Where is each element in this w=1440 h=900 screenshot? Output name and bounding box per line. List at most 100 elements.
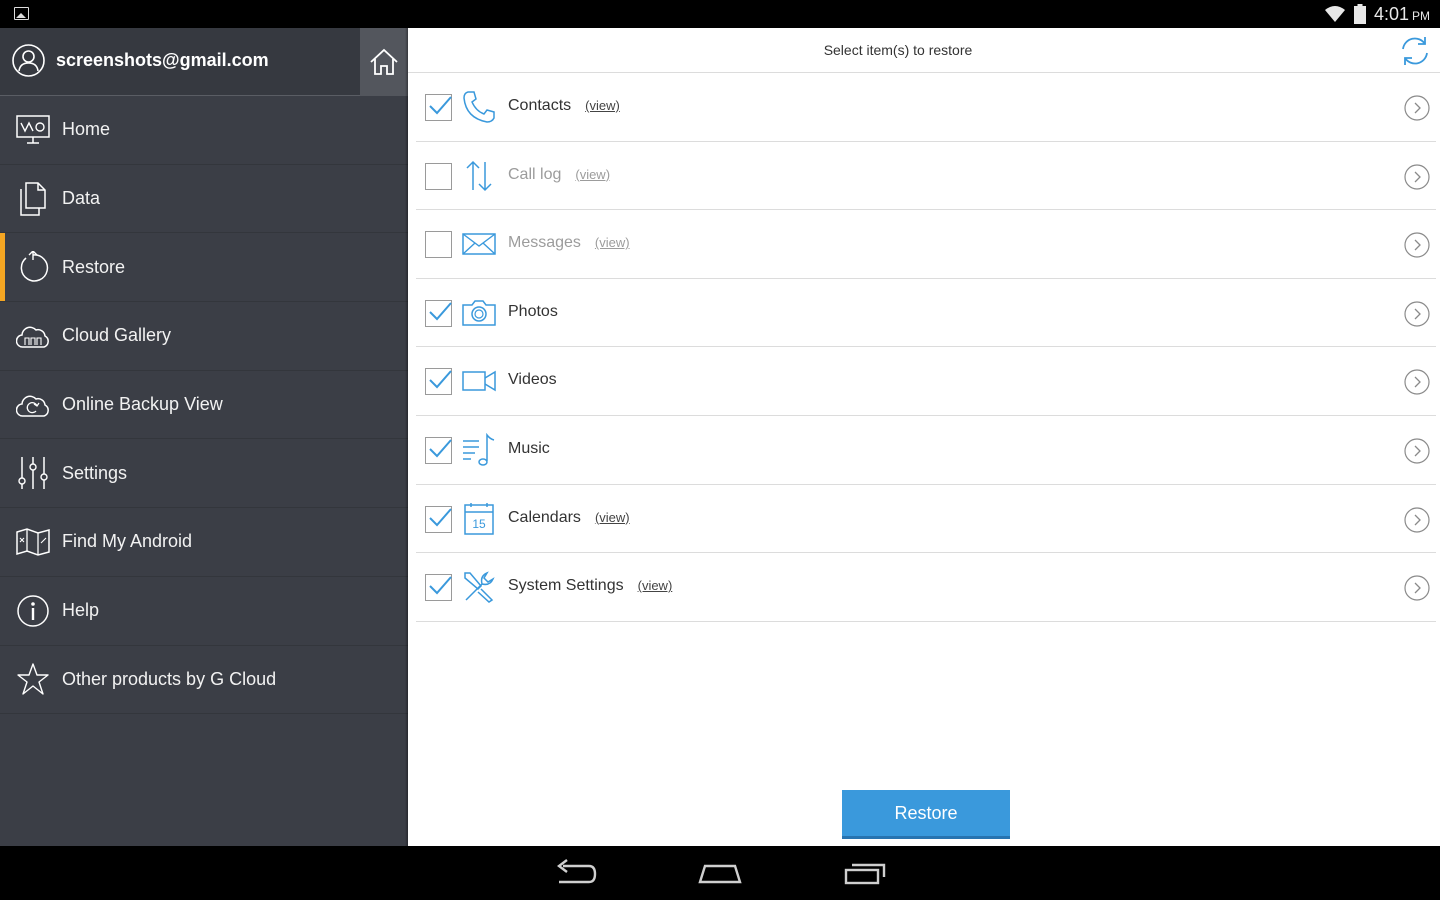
view-link[interactable]: (view) <box>575 167 610 182</box>
wifi-icon <box>1324 6 1345 22</box>
cloud-sync-icon <box>16 388 50 422</box>
sidebar-item-label: Help <box>62 600 100 621</box>
item-name: Call log <box>508 165 562 183</box>
star-icon <box>16 662 50 696</box>
chevron-right-icon[interactable] <box>1404 95 1430 121</box>
checkmark-icon <box>429 370 452 389</box>
call-log-checkbox[interactable] <box>425 162 452 190</box>
sidebar-item-restore[interactable]: Restore <box>0 233 408 303</box>
video-camera-icon <box>462 371 496 392</box>
home-button[interactable] <box>360 28 408 96</box>
checkmark-icon <box>429 507 452 527</box>
calendar-icon: 15 <box>464 502 494 535</box>
account-email: screenshots@gmail.com <box>56 50 269 70</box>
envelope-icon <box>462 233 496 255</box>
restore-item-videos[interactable]: Videos <box>416 347 1436 416</box>
sidebar-item-online-backup-view[interactable]: Online Backup View <box>0 371 408 440</box>
back-icon[interactable] <box>553 858 599 888</box>
map-icon <box>16 525 50 559</box>
messages-checkbox[interactable] <box>425 231 452 259</box>
clock: 4:01 PM <box>1373 3 1430 24</box>
sliders-icon <box>16 456 50 490</box>
home-nav-icon[interactable] <box>697 858 743 888</box>
sidebar-item-data[interactable]: Data <box>0 165 408 234</box>
restore-item-system-settings[interactable]: System Settings (view) <box>416 553 1436 622</box>
active-indicator <box>0 233 5 302</box>
restore-item-photos[interactable]: Photos <box>416 279 1436 348</box>
recents-icon[interactable] <box>842 858 888 888</box>
videos-checkbox[interactable] <box>425 368 452 396</box>
home-icon <box>370 48 398 75</box>
system-settings-checkbox[interactable] <box>425 574 452 602</box>
item-name: Messages <box>508 234 581 252</box>
restore-item-messages[interactable]: Messages (view) <box>416 210 1436 279</box>
sidebar-item-settings[interactable]: Settings <box>0 439 408 509</box>
documents-icon <box>16 181 50 216</box>
refresh-icon[interactable] <box>1398 34 1432 68</box>
chevron-right-icon[interactable] <box>1404 506 1430 533</box>
sidebar-item-label: Home <box>62 119 111 140</box>
checkmark-icon <box>429 439 452 458</box>
view-link[interactable]: (view) <box>595 235 630 250</box>
checkmark-icon <box>429 576 452 595</box>
image-notification-icon <box>14 7 29 20</box>
photos-checkbox[interactable] <box>425 299 452 327</box>
phone-icon <box>463 91 495 123</box>
restore-item-music[interactable]: Music <box>416 416 1436 485</box>
view-link[interactable]: (view) <box>638 578 673 593</box>
music-icon <box>463 433 495 466</box>
avatar-icon[interactable] <box>12 44 45 77</box>
sidebar-item-label: Settings <box>62 462 128 483</box>
restore-panel: Select item(s) to restore Contacts (view)… <box>408 28 1440 846</box>
sidebar-item-label: Online Backup View <box>62 394 223 415</box>
restore-item-contacts[interactable]: Contacts (view) <box>416 73 1436 142</box>
sidebar-item-label: Find My Android <box>62 531 193 552</box>
chevron-right-icon[interactable] <box>1404 301 1430 327</box>
item-name: Videos <box>508 371 557 389</box>
sidebar-item-label: Other products by G Cloud <box>62 668 277 689</box>
item-name: Photos <box>508 302 558 320</box>
chevron-right-icon[interactable] <box>1404 438 1430 464</box>
sidebar-item-other-products[interactable]: Other products by G Cloud <box>0 646 408 715</box>
view-link[interactable]: (view) <box>585 98 620 113</box>
sidebar-item-help[interactable]: Help <box>0 577 408 646</box>
chevron-right-icon[interactable] <box>1404 163 1430 190</box>
sidebar-item-label: Data <box>62 188 101 209</box>
restore-header: Select item(s) to restore <box>408 28 1440 73</box>
item-name: System Settings <box>508 577 624 595</box>
item-name: Calendars <box>508 508 581 526</box>
sidebar-item-label: Cloud Gallery <box>62 325 172 346</box>
checkmark-icon <box>429 96 452 115</box>
calendars-checkbox[interactable] <box>425 505 452 533</box>
sidebar-item-label: Restore <box>62 256 126 277</box>
battery-icon <box>1353 4 1366 24</box>
chevron-right-icon[interactable] <box>1404 575 1430 601</box>
chevron-right-icon[interactable] <box>1404 232 1430 258</box>
status-bar: 4:01 PM <box>0 0 1440 28</box>
info-icon <box>16 594 50 628</box>
restore-item-call-log[interactable]: Call log (view) <box>416 142 1436 211</box>
cloud-gallery-icon <box>16 319 50 353</box>
chevron-right-icon[interactable] <box>1404 369 1430 395</box>
sidebar-item-cloud-gallery[interactable]: Cloud Gallery <box>0 302 408 371</box>
account-header: screenshots@gmail.com <box>0 28 408 96</box>
navigation-drawer: screenshots@gmail.com Home Data Restore … <box>0 28 408 846</box>
calendar-day: 15 <box>472 517 486 531</box>
restore-button[interactable]: Restore <box>842 790 1010 839</box>
view-link[interactable]: (view) <box>595 510 630 525</box>
checkmark-icon <box>429 302 452 321</box>
sidebar-item-find-my-android[interactable]: Find My Android <box>0 508 408 577</box>
music-checkbox[interactable] <box>425 437 452 464</box>
home-board-icon <box>16 113 50 147</box>
page-title: Select item(s) to restore <box>823 42 973 58</box>
camera-icon <box>462 300 496 326</box>
sidebar-item-home[interactable]: Home <box>0 96 408 165</box>
tools-icon <box>464 571 495 604</box>
item-name: Contacts <box>508 97 572 114</box>
system-navigation-bar <box>0 846 1440 900</box>
restore-item-calendars[interactable]: 15 Calendars (view) <box>416 485 1436 554</box>
item-name: Music <box>508 440 550 457</box>
restore-icon <box>16 250 50 284</box>
call-log-arrows-icon <box>466 160 492 191</box>
contacts-checkbox[interactable] <box>425 94 452 121</box>
